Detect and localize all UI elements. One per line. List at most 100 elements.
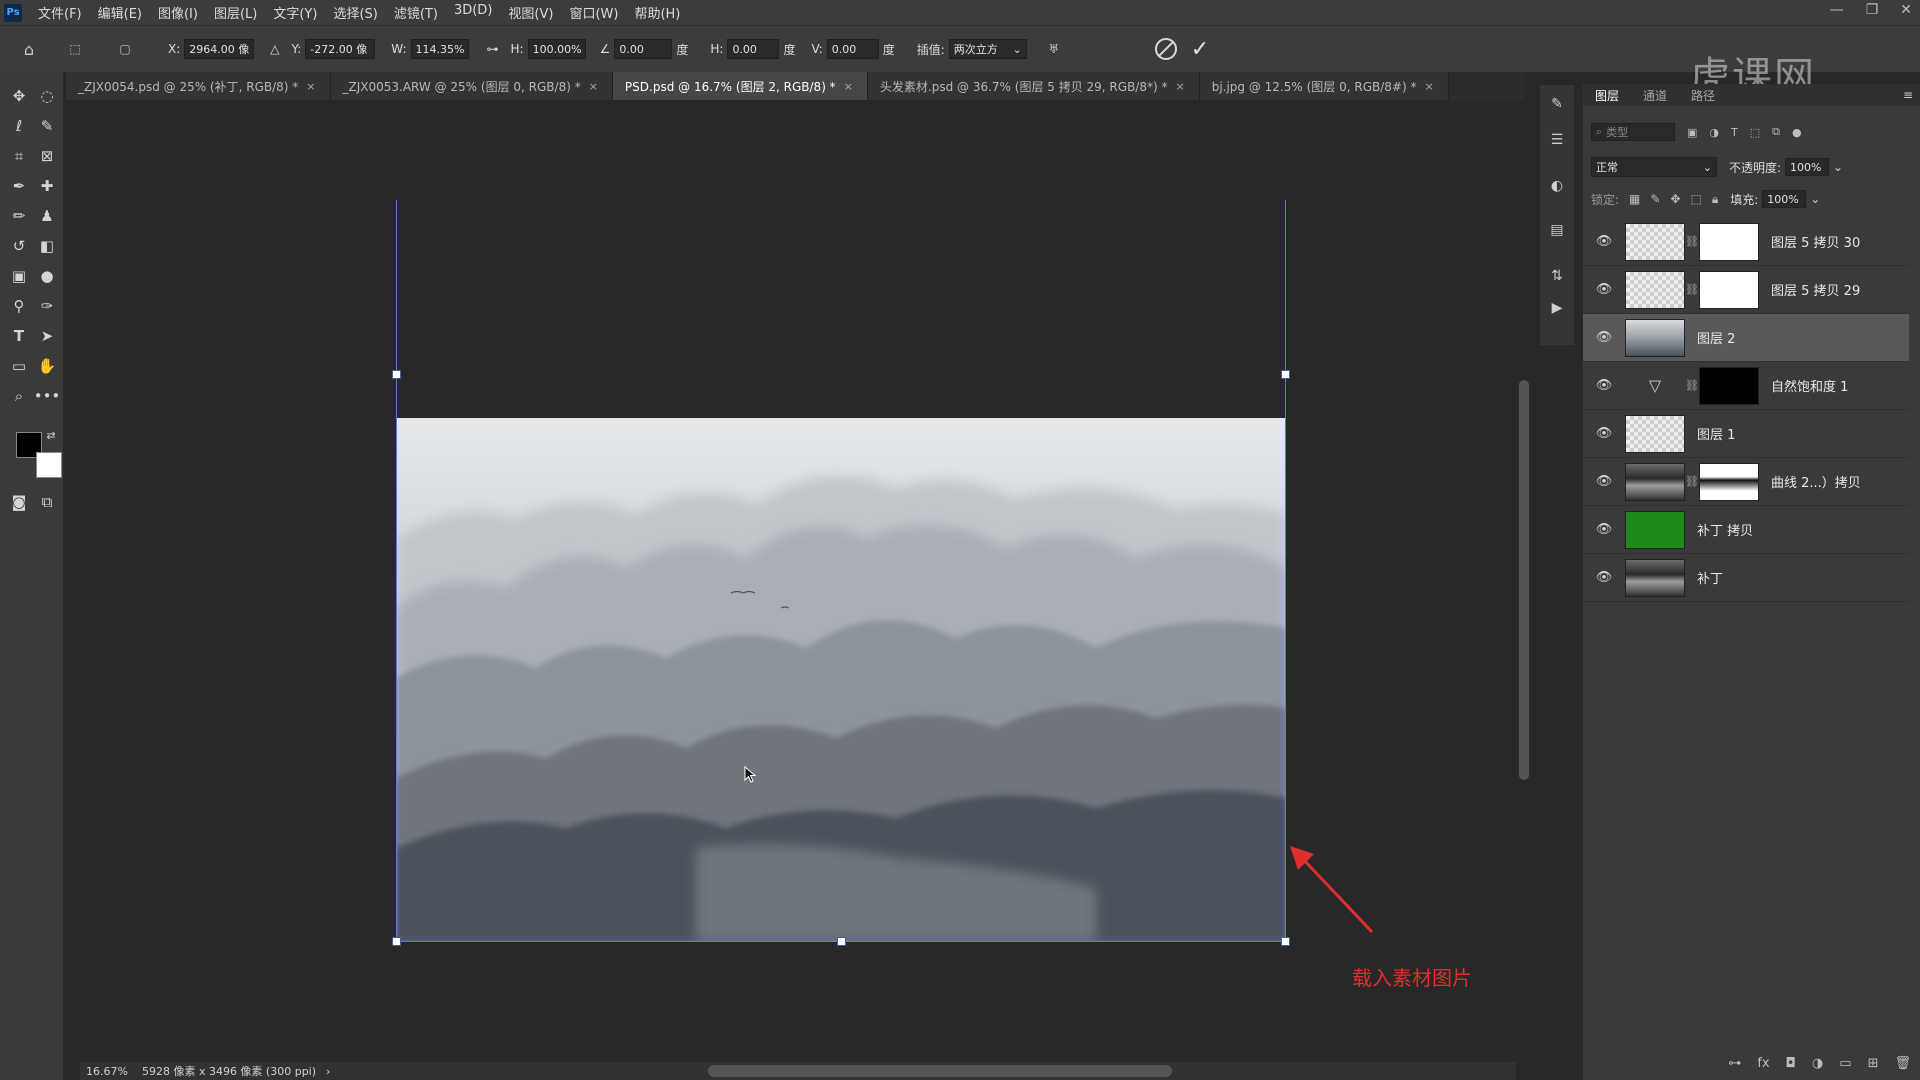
visibility-eye-icon[interactable]: 👁︎ [1591, 426, 1617, 441]
marquee-tool-icon[interactable]: ◌ [34, 84, 60, 108]
menu-item[interactable]: 图像(I) [150, 3, 206, 22]
layer-row[interactable]: 👁︎ 图层 2 [1583, 314, 1909, 362]
horizontal-scrollbar[interactable] [708, 1065, 1172, 1077]
dodge-tool-icon[interactable]: ⚲ [6, 294, 32, 318]
filter-toggle-icon[interactable]: ● [1792, 126, 1802, 139]
pen-tool-icon[interactable]: ✑ [34, 294, 60, 318]
opacity-chevron-icon[interactable]: ⌄ [1833, 160, 1843, 174]
vskew-field[interactable]: 0.00 [826, 39, 879, 59]
menu-item[interactable]: 帮助(H) [626, 3, 688, 22]
layer-name[interactable]: 曲线 2...）拷贝 [1771, 472, 1861, 491]
adjustments-icon[interactable]: ☰ [1546, 129, 1568, 151]
layer-name[interactable]: 补丁 [1697, 568, 1723, 587]
close-icon[interactable]: × [1424, 80, 1433, 93]
adjustment-filter-icon[interactable]: ◑ [1709, 126, 1719, 139]
stamp-tool-icon[interactable]: ♟ [34, 204, 60, 228]
layer-name[interactable]: 图层 5 拷贝 29 [1771, 280, 1860, 299]
layer-row[interactable]: 👁︎ 补丁 拷贝 [1583, 506, 1909, 554]
eraser-tool-icon[interactable]: ◧ [34, 234, 60, 258]
add-mask-icon[interactable]: ◘ [1786, 1056, 1796, 1071]
lasso-tool-icon[interactable]: ℓ [6, 114, 32, 138]
color-icon[interactable]: ◐ [1546, 175, 1568, 197]
crop-tool-icon[interactable]: ⌗ [6, 144, 32, 168]
hand-tool-icon[interactable]: ✋ [34, 354, 60, 378]
actions-play-icon[interactable]: ▶ [1546, 297, 1568, 319]
history-icon[interactable]: ⇅ [1546, 265, 1568, 287]
close-icon[interactable]: × [844, 80, 853, 93]
delete-layer-icon[interactable]: 🗑︎ [1894, 1056, 1911, 1071]
layer-thumbnail[interactable] [1625, 318, 1685, 357]
minimize-icon[interactable]: — [1830, 2, 1844, 18]
layer-row[interactable]: 👁︎ 图层 1 [1583, 410, 1909, 458]
close-icon[interactable]: ✕ [1900, 2, 1912, 18]
layer-row[interactable]: 👁︎ 补丁 [1583, 554, 1909, 602]
rectangle-tool-icon[interactable]: ▭ [6, 354, 32, 378]
mask-link-icon[interactable]: ⛓ [1685, 283, 1699, 296]
menu-item[interactable]: 滤镜(T) [386, 3, 446, 22]
hskew-field[interactable]: 0.00 [727, 39, 780, 59]
new-adjustment-icon[interactable]: ◑ [1812, 1056, 1823, 1071]
vertical-scrollbar[interactable] [1519, 380, 1529, 780]
type-filter-icon[interactable]: T [1731, 126, 1738, 139]
brush-settings-icon[interactable]: ✎ [1546, 93, 1568, 115]
screen-mode-icon[interactable]: ⧉ [34, 490, 60, 514]
menu-item[interactable]: 文件(F) [30, 3, 90, 22]
frame-tool-icon[interactable]: ⊠ [34, 144, 60, 168]
angle-field[interactable]: 0.00 [614, 39, 673, 59]
menu-item[interactable]: 窗口(W) [561, 3, 626, 22]
layer-row[interactable]: 👁︎ ⛓ 图层 5 拷贝 29 [1583, 266, 1909, 314]
menu-item[interactable]: 文字(Y) [265, 3, 325, 22]
interpolation-select[interactable]: 两次立方 ⌄ [948, 39, 1027, 59]
lock-position-icon[interactable]: ✥ [1670, 192, 1680, 206]
lock-all-icon[interactable]: 🔒︎ [1712, 192, 1718, 207]
layer-thumbnail[interactable] [1625, 510, 1685, 549]
shape-filter-icon[interactable]: ⬚ [1750, 126, 1760, 139]
mask-link-icon[interactable]: ⛓ [1685, 235, 1699, 248]
document-tab[interactable]: 头发素材.psd @ 36.7% (图层 5 拷贝 29, RGB/8*) * × [867, 72, 1200, 100]
y-field[interactable]: -272.00 像 [305, 39, 376, 59]
menu-item[interactable]: 3D(D) [446, 3, 500, 22]
quick-select-tool-icon[interactable]: ✎ [34, 114, 60, 138]
layer-name[interactable]: 图层 2 [1697, 328, 1735, 347]
more-tools-icon[interactable]: ••• [34, 384, 61, 408]
layer-thumbnail[interactable] [1625, 270, 1685, 309]
home-icon[interactable]: ⌂ [18, 38, 40, 60]
status-chevron-icon[interactable]: › [326, 1065, 330, 1078]
link-icon[interactable]: ⊶ [487, 42, 499, 56]
commit-transform-button[interactable]: ✓ [1191, 37, 1209, 62]
reference-point-icon[interactable]: ▢ [114, 38, 136, 60]
visibility-eye-icon[interactable]: 👁︎ [1591, 522, 1617, 537]
gradient-tool-icon[interactable]: ▣ [6, 264, 32, 288]
layer-name[interactable]: 补丁 拷贝 [1697, 520, 1753, 539]
move-tool-icon[interactable]: ✥ [6, 84, 32, 108]
visibility-eye-icon[interactable]: 👁︎ [1591, 570, 1617, 585]
fill-chevron-icon[interactable]: ⌄ [1810, 192, 1820, 206]
layer-mask-thumbnail[interactable] [1699, 270, 1759, 309]
visibility-eye-icon[interactable]: 👁︎ [1591, 330, 1617, 345]
close-icon[interactable]: × [1175, 80, 1184, 93]
fill-field[interactable]: 100% [1762, 190, 1807, 208]
document-tab[interactable]: _ZJX0054.psd @ 25% (补丁, RGB/8) * × [66, 72, 331, 100]
lock-artboard-icon[interactable]: ⬚ [1691, 192, 1702, 206]
background-color-swatch[interactable] [36, 452, 62, 478]
visibility-eye-icon[interactable]: 👁︎ [1591, 234, 1617, 249]
mask-link-icon[interactable]: ⛓ [1685, 379, 1699, 392]
layer-name[interactable]: 图层 5 拷贝 30 [1771, 232, 1860, 251]
panel-tab[interactable]: 路径 [1679, 87, 1727, 104]
transform-handle-bottom-left[interactable] [392, 937, 401, 946]
menu-item[interactable]: 视图(V) [500, 3, 561, 22]
path-select-tool-icon[interactable]: ➤ [34, 324, 60, 348]
pixel-filter-icon[interactable]: ▣ [1687, 126, 1697, 139]
layer-mask-thumbnail[interactable] [1699, 462, 1759, 501]
layer-row[interactable]: 👁︎ ⛓ 图层 5 拷贝 30 [1583, 218, 1909, 266]
document-tab[interactable]: _ZJX0053.ARW @ 25% (图层 0, RGB/8) * × [330, 72, 613, 100]
mask-link-icon[interactable]: ⛓ [1685, 475, 1699, 488]
layer-name[interactable]: 图层 1 [1697, 424, 1735, 443]
transform-handle-top-right[interactable] [1281, 370, 1290, 379]
layer-mask-thumbnail[interactable] [1699, 222, 1759, 261]
smart-object-filter-icon[interactable]: ⧉ [1772, 125, 1780, 139]
layer-name[interactable]: 自然饱和度 1 [1771, 376, 1848, 395]
type-tool-icon[interactable]: T [6, 324, 32, 348]
quick-mask-icon[interactable]: ◙ [6, 490, 32, 514]
zoom-level[interactable]: 16.67% [86, 1065, 128, 1078]
